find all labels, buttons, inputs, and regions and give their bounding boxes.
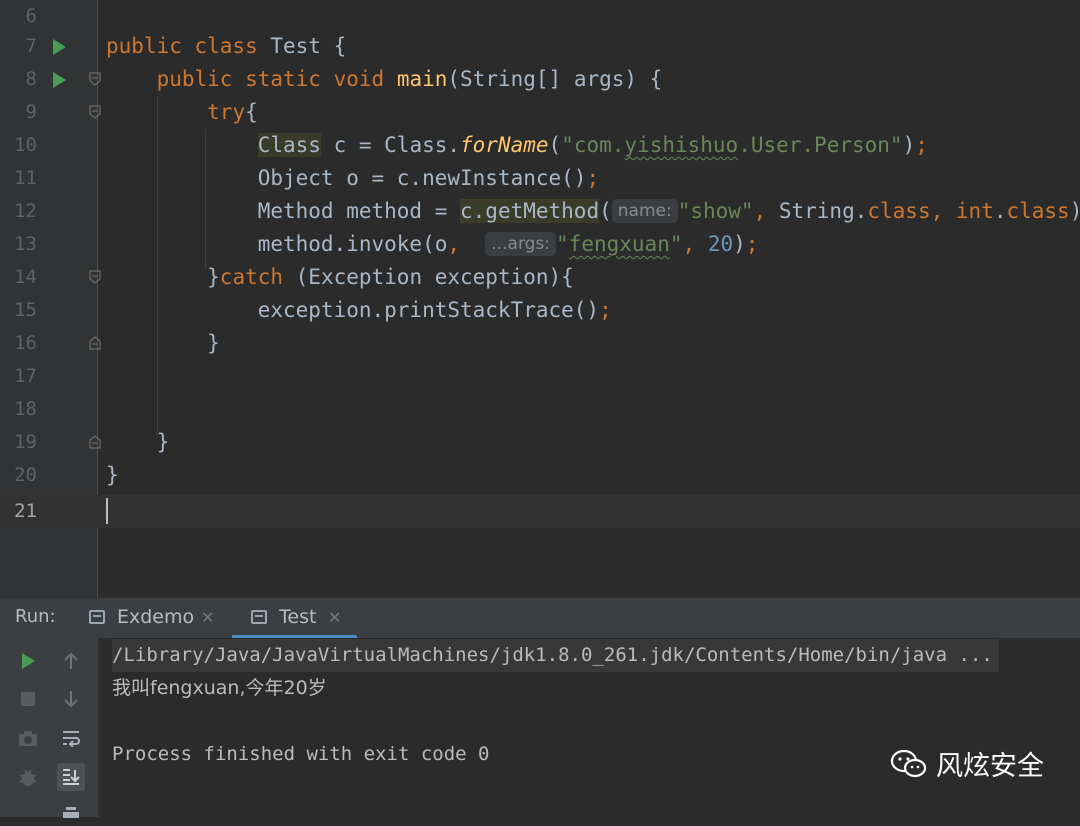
line-number: 20 <box>14 464 37 486</box>
fold-icon[interactable] <box>89 435 101 449</box>
current-line[interactable]: 21 <box>0 495 1080 528</box>
code-text: method.invoke(o, ...args: "fengxuan", 20)… <box>106 232 759 256</box>
code-text: Class c = Class.forName("com.yishishuo.U… <box>257 133 928 157</box>
play-icon <box>22 653 35 669</box>
console-icon <box>89 610 105 624</box>
line-number: 16 <box>14 332 37 354</box>
line-number: 14 <box>14 266 37 288</box>
soft-wrap-icon <box>63 731 80 747</box>
fold-icon[interactable] <box>89 105 101 119</box>
soft-wrap-button[interactable] <box>57 724 85 752</box>
scroll-to-end-icon <box>63 769 80 785</box>
run-label: Run: <box>15 606 56 627</box>
debug-button[interactable] <box>14 763 42 791</box>
code-text: try{ <box>207 100 258 124</box>
fold-icon[interactable] <box>89 336 101 350</box>
code-text: public static void main(String[] args) { <box>156 67 663 91</box>
run-gutter-icon[interactable] <box>53 39 66 55</box>
line-number: 18 <box>14 398 37 420</box>
tab-label: Test <box>279 606 317 628</box>
code-text: Method method = c.getMethod(name: "show",… <box>106 199 1080 223</box>
line-number: 7 <box>25 35 37 57</box>
tab-exdemo[interactable]: Exdemo ✕ <box>89 598 219 638</box>
code-line[interactable]: 7 public class Test { <box>0 30 1080 63</box>
stop-button[interactable] <box>14 685 42 713</box>
arrow-down-icon <box>64 691 78 708</box>
line-number: 6 <box>25 5 37 27</box>
console-exit-line: Process finished with exit code 0 <box>112 743 490 765</box>
code-line[interactable]: 8 public static void main(String[] args)… <box>0 63 1080 96</box>
code-line[interactable]: 17 <box>0 360 1080 393</box>
code-text: } <box>106 331 220 355</box>
code-text: }catch (Exception exception){ <box>106 265 574 289</box>
code-text: } <box>106 463 119 487</box>
code-line[interactable]: 13 method.invoke(o, ...args: "fengxuan", … <box>0 228 1080 261</box>
code-line[interactable]: 15 exception.printStackTrace(); <box>0 294 1080 327</box>
code-line[interactable]: 14 }catch (Exception exception){ <box>0 261 1080 294</box>
code-text: } <box>106 430 170 454</box>
text-caret <box>106 498 108 524</box>
line-number: 19 <box>14 431 37 453</box>
close-icon[interactable]: ✕ <box>201 608 214 627</box>
code-line[interactable]: 10 Class c = Class.forName("com.yishishu… <box>0 129 1080 162</box>
line-number: 9 <box>25 101 37 123</box>
bug-icon <box>19 769 37 786</box>
code-text: Object o = c.newInstance(); <box>106 166 600 190</box>
watermark-text: 风炫安全 <box>936 751 1044 782</box>
code-line[interactable]: 19 } <box>0 426 1080 459</box>
tab-label: Exdemo <box>117 606 195 628</box>
console-icon <box>251 610 267 624</box>
code-line[interactable]: 6 <box>0 0 1080 33</box>
fold-icon[interactable] <box>89 270 101 284</box>
console-command-line[interactable]: /Library/Java/JavaVirtualMachines/jdk1.8… <box>112 639 999 672</box>
fold-icon[interactable] <box>89 72 101 86</box>
scroll-down-button[interactable] <box>57 685 85 713</box>
arrow-up-icon <box>64 652 78 669</box>
print-button[interactable] <box>57 798 85 826</box>
code-line[interactable]: 16 } <box>0 327 1080 360</box>
rerun-button[interactable] <box>14 647 42 675</box>
line-number: 10 <box>14 134 37 156</box>
console-output-line: 我叫fengxuan,今年20岁 <box>112 677 327 699</box>
run-toolbar <box>0 638 98 818</box>
code-text <box>106 495 108 528</box>
code-editor[interactable]: 6 7 public class Test { 8 public static … <box>0 0 1080 597</box>
line-number: 13 <box>14 233 37 255</box>
code-line[interactable]: 12 Method method = c.getMethod(name: "sho… <box>0 195 1080 228</box>
line-number: 8 <box>25 68 37 90</box>
line-number: 21 <box>14 500 37 522</box>
tab-test[interactable]: Test ✕ <box>232 598 357 638</box>
code-line[interactable]: 20 } <box>0 459 1080 492</box>
print-icon <box>63 807 79 818</box>
code-text: public class Test { <box>106 34 347 58</box>
camera-icon <box>19 730 37 746</box>
run-gutter-icon[interactable] <box>53 72 66 88</box>
code-line[interactable]: 9 try{ <box>0 96 1080 129</box>
run-tool-window: /Library/Java/JavaVirtualMachines/jdk1.8… <box>0 638 1080 818</box>
parameter-hint: name: <box>611 199 678 223</box>
run-tool-window-header: Run: Exdemo ✕ Test ✕ <box>0 597 1080 638</box>
watermark: 风炫安全 <box>890 744 1044 783</box>
scroll-up-button[interactable] <box>57 647 85 675</box>
wechat-logo-icon <box>890 749 927 777</box>
code-text: exception.printStackTrace(); <box>106 298 612 322</box>
code-line[interactable]: 11 Object o = c.newInstance(); <box>0 162 1080 195</box>
line-number: 15 <box>14 299 37 321</box>
line-number: 17 <box>14 365 37 387</box>
code-line[interactable]: 18 <box>0 393 1080 426</box>
scroll-to-end-button[interactable] <box>57 763 85 791</box>
close-icon[interactable]: ✕ <box>328 608 341 627</box>
parameter-hint: ...args: <box>485 232 557 256</box>
screenshot-button[interactable] <box>14 724 42 752</box>
line-number: 12 <box>14 200 37 222</box>
stop-icon <box>21 692 35 706</box>
line-number: 11 <box>14 167 37 189</box>
